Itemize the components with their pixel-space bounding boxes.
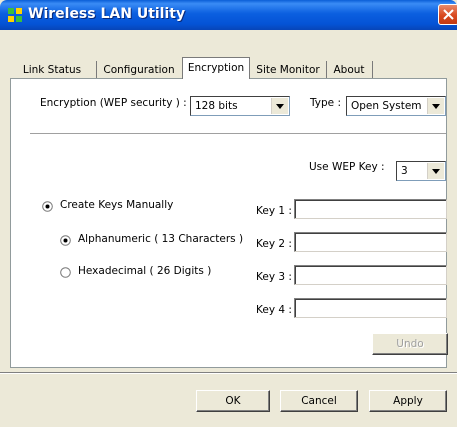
key-3-label: Key 3 : [256, 271, 292, 283]
separator [30, 133, 446, 135]
encryption-panel [10, 78, 447, 368]
window-right-edge [450, 30, 457, 427]
create-keys-manually-label: Create Keys Manually [60, 199, 174, 211]
footer-separator [0, 372, 457, 374]
create-keys-manually-radio[interactable] [42, 201, 53, 212]
tab-configuration[interactable]: Configuration [96, 61, 183, 79]
title-bar[interactable]: Wireless LAN Utility [0, 0, 457, 30]
key-4-label: Key 4 : [256, 304, 292, 316]
type-value: Open System [351, 100, 422, 112]
chevron-down-icon [271, 98, 288, 114]
close-icon [443, 9, 454, 20]
key-2-input[interactable] [294, 232, 447, 252]
close-button[interactable] [438, 4, 457, 25]
wireless-lan-utility-window: Wireless LAN Utility Link Status Configu… [0, 0, 457, 427]
tab-encryption[interactable]: Encryption [182, 57, 250, 79]
hexadecimal-label: Hexadecimal ( 26 Digits ) [78, 265, 212, 277]
key-2-label: Key 2 : [256, 238, 292, 250]
alphanumeric-label: Alphanumeric ( 13 Characters ) [78, 233, 244, 245]
ok-button[interactable]: OK [196, 390, 270, 412]
wireless-grid-icon [8, 8, 22, 22]
key-1-input[interactable] [294, 199, 447, 219]
alphanumeric-radio[interactable] [60, 235, 71, 246]
cancel-button[interactable]: Cancel [280, 390, 358, 412]
hexadecimal-radio[interactable] [60, 267, 71, 278]
encryption-select[interactable]: 128 bits [190, 96, 290, 116]
key-1-label: Key 1 : [256, 205, 292, 217]
key-3-input[interactable] [294, 265, 447, 285]
key-4-input[interactable] [294, 298, 447, 318]
window-title: Wireless LAN Utility [28, 6, 186, 22]
tab-about[interactable]: About [326, 61, 373, 79]
wep-key-select[interactable]: 3 [396, 161, 446, 181]
encryption-value: 128 bits [195, 100, 238, 112]
type-select[interactable]: Open System [346, 96, 446, 116]
chevron-down-icon [427, 98, 444, 114]
undo-button[interactable]: Undo [372, 333, 448, 355]
use-wep-key-label: Use WEP Key : [309, 161, 385, 173]
type-label: Type : [310, 97, 341, 109]
tab-link-status[interactable]: Link Status [8, 61, 97, 79]
encryption-label: Encryption (WEP security ) : [40, 97, 187, 109]
wep-key-value: 3 [401, 165, 408, 177]
tab-site-monitor[interactable]: Site Monitor [250, 61, 327, 79]
chevron-down-icon [427, 163, 444, 179]
apply-button[interactable]: Apply [369, 390, 447, 412]
